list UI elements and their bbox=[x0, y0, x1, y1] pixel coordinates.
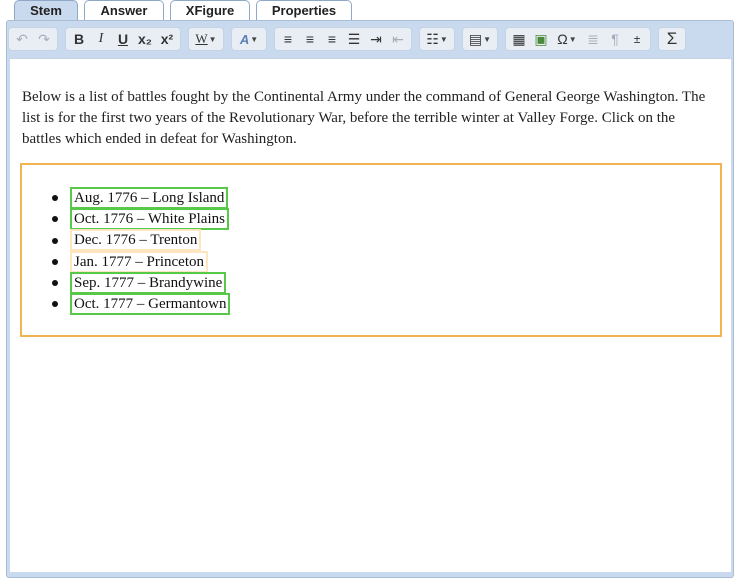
align-right-icon[interactable]: ≡ bbox=[321, 29, 343, 49]
numbered-list-dropdown[interactable]: ☷ ▼ bbox=[422, 29, 452, 49]
table-icon[interactable]: ▦ bbox=[508, 29, 530, 49]
word-group: W ▼ bbox=[188, 27, 224, 51]
insert-group: ▤ ▼ bbox=[462, 27, 498, 51]
answer-box: Aug. 1776 – Long Island Oct. 1776 – Whit… bbox=[20, 163, 722, 337]
text-format-dropdown[interactable]: A ▼ bbox=[234, 29, 264, 49]
answer-option[interactable]: Oct. 1776 – White Plains bbox=[70, 207, 229, 230]
special-char-dropdown[interactable]: Ω ▼ bbox=[552, 29, 582, 49]
indent-increase-icon[interactable]: ⇥ bbox=[365, 29, 387, 49]
insert-block-dropdown[interactable]: ▤ ▼ bbox=[465, 29, 495, 49]
word-dropdown[interactable]: W ▼ bbox=[191, 29, 221, 49]
answer-option[interactable]: Aug. 1776 – Long Island bbox=[70, 186, 229, 209]
dropdown-arrow-icon: ▼ bbox=[250, 34, 259, 44]
tab-xfigure[interactable]: XFigure bbox=[170, 0, 250, 20]
undo-redo-group: ↶ ↷ bbox=[8, 27, 58, 51]
superscript-button[interactable]: x² bbox=[156, 29, 178, 49]
bullet-icon bbox=[52, 301, 58, 308]
list-item: Jan. 1777 – Princeton bbox=[52, 250, 230, 273]
tab-bar: Stem Answer XFigure Properties bbox=[14, 0, 352, 21]
list-group: ☷ ▼ bbox=[419, 27, 455, 51]
bullet-icon bbox=[52, 280, 58, 287]
bullet-icon bbox=[52, 216, 58, 223]
dropdown-arrow-icon: ▼ bbox=[208, 34, 217, 44]
tab-stem[interactable]: Stem bbox=[14, 0, 78, 20]
dropdown-arrow-icon: ▼ bbox=[568, 34, 577, 44]
subscript-button[interactable]: x₂ bbox=[134, 29, 156, 49]
align-left-icon[interactable]: ≡ bbox=[277, 29, 299, 49]
dropdown-arrow-icon: ▼ bbox=[483, 34, 492, 44]
list-item: Oct. 1776 – White Plains bbox=[52, 207, 230, 230]
bullet-icon bbox=[52, 258, 58, 265]
math-operations-icon[interactable]: ± bbox=[626, 29, 648, 49]
tab-properties[interactable]: Properties bbox=[256, 0, 352, 20]
underline-button[interactable]: U bbox=[112, 29, 134, 49]
format-text-icon: A bbox=[239, 31, 250, 47]
alignment-group: ≡ ≡ ≡ ☰ ⇥ ⇤ bbox=[274, 27, 412, 51]
bullet-icon bbox=[52, 195, 58, 201]
equation-group: Σ bbox=[658, 27, 686, 51]
list-item: Aug. 1776 – Long Island bbox=[52, 186, 230, 209]
answer-option[interactable]: Sep. 1777 – Brandywine bbox=[70, 271, 227, 294]
align-center-icon[interactable]: ≡ bbox=[299, 29, 321, 49]
list-item: Sep. 1777 – Brandywine bbox=[52, 271, 230, 294]
indent-decrease-icon[interactable]: ⇤ bbox=[387, 29, 409, 49]
stem-paragraph: Below is a list of battles fought by the… bbox=[22, 89, 706, 147]
media-group: ▦ ▣ Ω ▼ ≣ ¶ ± bbox=[505, 27, 651, 51]
bullet-icon bbox=[52, 237, 58, 244]
editor-content[interactable]: Below is a list of battles fought by the… bbox=[10, 58, 731, 572]
battle-list: Aug. 1776 – Long Island Oct. 1776 – Whit… bbox=[52, 186, 231, 316]
dropdown-arrow-icon: ▼ bbox=[439, 34, 448, 44]
answer-option[interactable]: Oct. 1777 – Germantown bbox=[70, 293, 231, 316]
numbered-list-icon: ☷ bbox=[426, 30, 439, 47]
sigma-icon[interactable]: Σ bbox=[661, 29, 683, 49]
text-style-group: B I U x₂ x² bbox=[65, 27, 181, 51]
answer-option[interactable]: Jan. 1777 – Princeton bbox=[70, 250, 208, 273]
tab-answer[interactable]: Answer bbox=[84, 0, 164, 20]
omega-icon: Ω bbox=[557, 31, 568, 47]
word-icon: W bbox=[195, 31, 208, 46]
align-justify-icon[interactable]: ☰ bbox=[343, 29, 365, 49]
format-group: A ▼ bbox=[231, 27, 267, 51]
italic-button[interactable]: I bbox=[90, 29, 112, 49]
editor-toolbar: ↶ ↷ B I U x₂ x² W ▼ A ▼ ≡ ≡ ≡ ☰ ⇥ ⇤ ☷ ▼ ▤ ▼ … bbox=[8, 26, 693, 52]
redo-icon[interactable]: ↷ bbox=[33, 29, 55, 49]
insert-block-icon: ▤ bbox=[468, 30, 483, 47]
answer-option[interactable]: Dec. 1776 – Trenton bbox=[70, 229, 202, 252]
list-item: Oct. 1777 – Germantown bbox=[52, 293, 231, 316]
image-icon[interactable]: ▣ bbox=[530, 29, 552, 49]
undo-icon[interactable]: ↶ bbox=[11, 29, 33, 49]
list-item: Dec. 1776 – Trenton bbox=[52, 229, 230, 252]
bold-button[interactable]: B bbox=[68, 29, 90, 49]
pilcrow-icon[interactable]: ¶ bbox=[604, 29, 626, 49]
clear-format-icon[interactable]: ≣ bbox=[582, 29, 604, 49]
